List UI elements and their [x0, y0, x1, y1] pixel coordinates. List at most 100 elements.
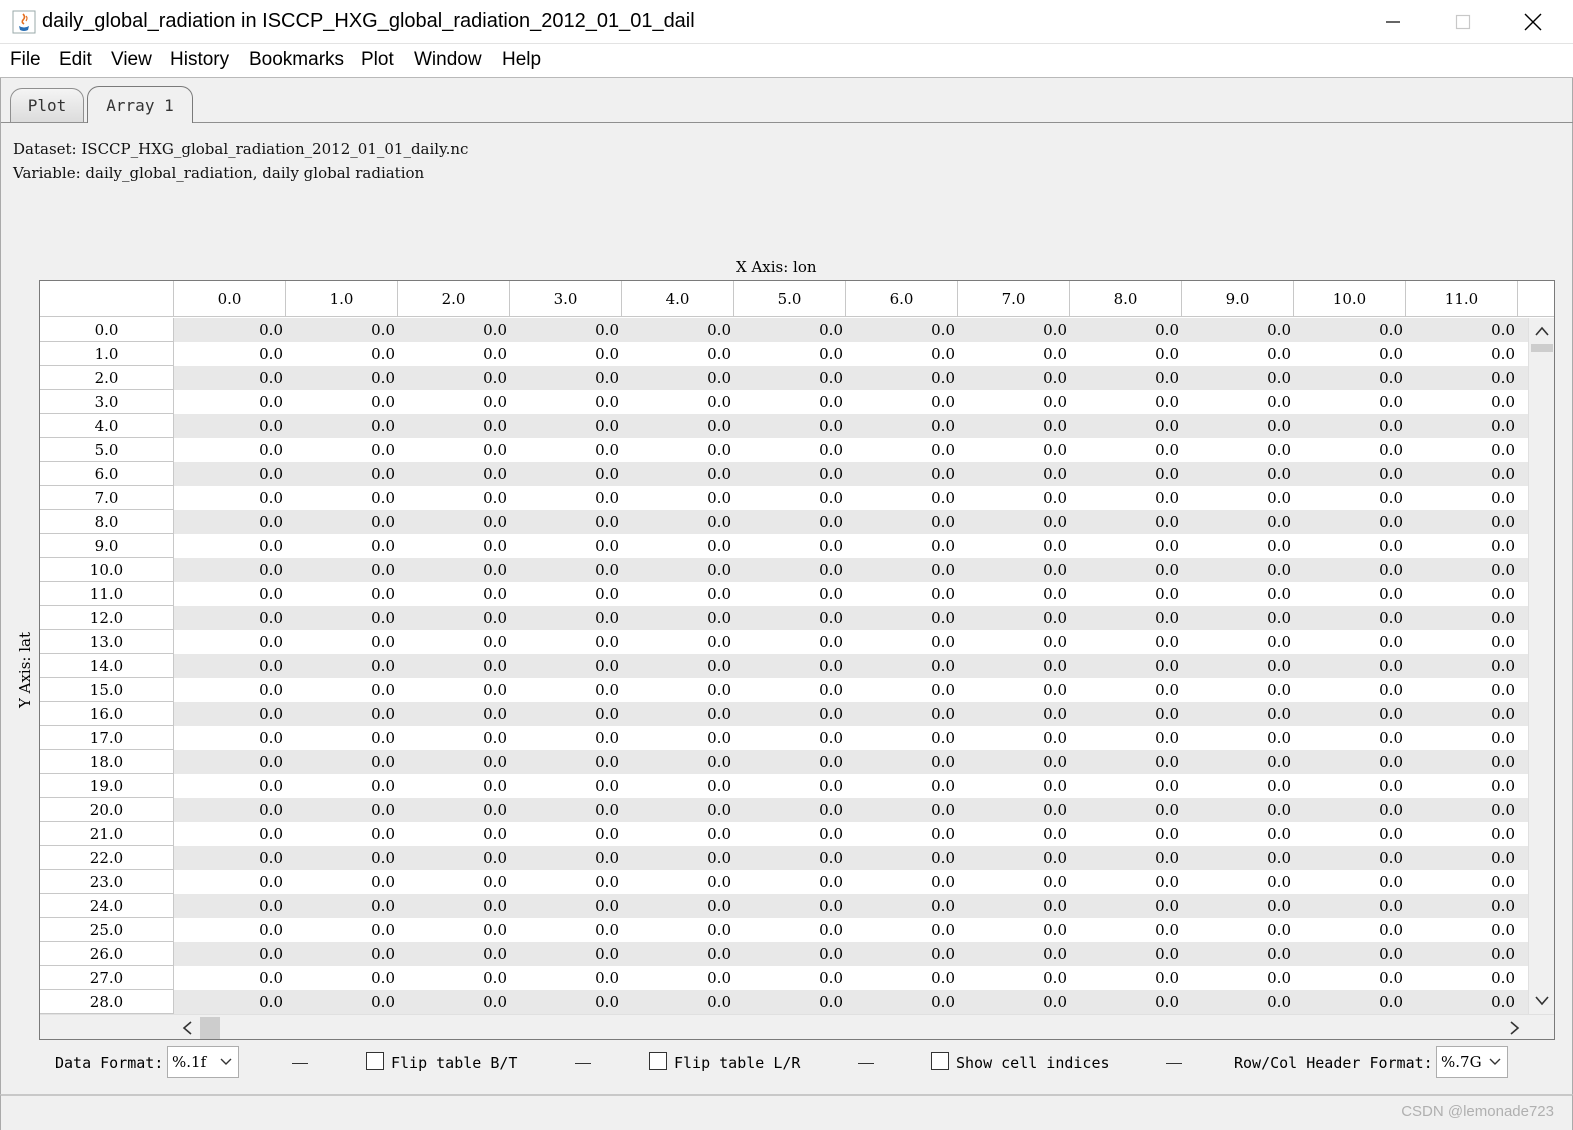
table-cell[interactable]: 0.0 — [846, 798, 958, 822]
maximize-button[interactable] — [1428, 0, 1498, 44]
table-cell[interactable]: 0.0 — [510, 966, 622, 990]
menu-view[interactable]: View — [111, 49, 152, 71]
table-cell[interactable]: 0.0 — [958, 582, 1070, 606]
data-format-select[interactable]: %.1f — [167, 1046, 239, 1078]
table-cell[interactable]: 0.0 — [622, 534, 734, 558]
table-cell[interactable]: 0.0 — [174, 390, 286, 414]
table-cell[interactable]: 0.0 — [1294, 318, 1406, 342]
table-cell[interactable]: 0.0 — [1070, 678, 1182, 702]
table-cell[interactable]: 0.0 — [174, 894, 286, 918]
table-cell[interactable]: 0.0 — [1070, 822, 1182, 846]
scroll-left-arrow[interactable] — [176, 1017, 198, 1039]
table-cell[interactable]: 0.0 — [958, 942, 1070, 966]
table-cell[interactable]: 0.0 — [510, 438, 622, 462]
table-cell[interactable]: 0.0 — [510, 342, 622, 366]
table-cell[interactable]: 0.0 — [1182, 822, 1294, 846]
table-cell[interactable]: 0.0 — [1406, 870, 1518, 894]
row-header[interactable]: 28.0 — [40, 990, 173, 1014]
column-header[interactable]: 4.0 — [622, 281, 734, 316]
table-cell[interactable]: 0.0 — [1182, 990, 1294, 1014]
table-cell[interactable]: 0.0 — [510, 414, 622, 438]
minimize-button[interactable] — [1358, 0, 1428, 44]
table-cell[interactable]: 0.0 — [622, 318, 734, 342]
table-cell[interactable]: 0.0 — [1182, 606, 1294, 630]
table-cell[interactable]: 0.0 — [286, 318, 398, 342]
table-cell[interactable]: 0.0 — [174, 654, 286, 678]
table-cell[interactable]: 0.0 — [1182, 342, 1294, 366]
table-cell[interactable]: 0.0 — [510, 846, 622, 870]
table-cell[interactable]: 0.0 — [398, 390, 510, 414]
table-cell[interactable]: 0.0 — [846, 558, 958, 582]
table-cell[interactable]: 0.0 — [398, 702, 510, 726]
table-cell[interactable]: 0.0 — [174, 606, 286, 630]
table-cell[interactable]: 0.0 — [846, 750, 958, 774]
table-cell[interactable]: 0.0 — [510, 894, 622, 918]
table-cell[interactable]: 0.0 — [1294, 558, 1406, 582]
table-cell[interactable]: 0.0 — [622, 510, 734, 534]
table-cell[interactable]: 0.0 — [1294, 582, 1406, 606]
table-cell[interactable]: 0.0 — [846, 342, 958, 366]
table-cell[interactable]: 0.0 — [1182, 390, 1294, 414]
table-cell[interactable]: 0.0 — [734, 390, 846, 414]
row-header[interactable]: 26.0 — [40, 942, 173, 966]
table-cell[interactable]: 0.0 — [1406, 798, 1518, 822]
table-cell[interactable]: 0.0 — [398, 870, 510, 894]
table-cell[interactable]: 0.0 — [734, 702, 846, 726]
table-cell[interactable]: 0.0 — [1182, 750, 1294, 774]
table-cell[interactable]: 0.0 — [510, 918, 622, 942]
table-cell[interactable]: 0.0 — [510, 510, 622, 534]
table-cell[interactable]: 0.0 — [958, 414, 1070, 438]
table-cell[interactable]: 0.0 — [1070, 750, 1182, 774]
table-cell[interactable]: 0.0 — [1182, 534, 1294, 558]
table-cell[interactable]: 0.0 — [1070, 582, 1182, 606]
table-cell[interactable]: 0.0 — [734, 894, 846, 918]
table-cell[interactable]: 0.0 — [734, 678, 846, 702]
column-header[interactable]: 8.0 — [1070, 281, 1182, 316]
table-cell[interactable]: 0.0 — [286, 918, 398, 942]
scroll-up-arrow[interactable] — [1531, 320, 1553, 342]
table-cell[interactable]: 0.0 — [1406, 558, 1518, 582]
table-cell[interactable]: 0.0 — [1294, 702, 1406, 726]
table-cell[interactable]: 0.0 — [510, 366, 622, 390]
column-header[interactable]: 0.0 — [174, 281, 286, 316]
table-cell[interactable]: 0.0 — [846, 678, 958, 702]
table-cell[interactable]: 0.0 — [286, 390, 398, 414]
table-cell[interactable]: 0.0 — [734, 366, 846, 390]
table-cell[interactable]: 0.0 — [1070, 942, 1182, 966]
table-cell[interactable]: 0.0 — [1294, 366, 1406, 390]
table-cell[interactable]: 0.0 — [398, 438, 510, 462]
row-header[interactable]: 10.0 — [40, 558, 173, 582]
table-cell[interactable]: 0.0 — [1070, 990, 1182, 1014]
row-header[interactable]: 8.0 — [40, 510, 173, 534]
table-cell[interactable]: 0.0 — [1070, 654, 1182, 678]
table-cell[interactable]: 0.0 — [846, 702, 958, 726]
column-header[interactable]: 6.0 — [846, 281, 958, 316]
table-cell[interactable]: 0.0 — [1294, 798, 1406, 822]
table-cell[interactable]: 0.0 — [622, 438, 734, 462]
table-cell[interactable]: 0.0 — [1182, 942, 1294, 966]
table-cell[interactable]: 0.0 — [1070, 774, 1182, 798]
table-cell[interactable]: 0.0 — [286, 582, 398, 606]
table-cell[interactable]: 0.0 — [1406, 654, 1518, 678]
table-cell[interactable]: 0.0 — [1406, 894, 1518, 918]
table-cell[interactable]: 0.0 — [174, 462, 286, 486]
row-header[interactable]: 5.0 — [40, 438, 173, 462]
table-cell[interactable]: 0.0 — [510, 582, 622, 606]
table-cell[interactable]: 0.0 — [958, 702, 1070, 726]
row-header[interactable]: 18.0 — [40, 750, 173, 774]
table-cell[interactable]: 0.0 — [510, 630, 622, 654]
table-cell[interactable]: 0.0 — [286, 342, 398, 366]
row-header[interactable]: 4.0 — [40, 414, 173, 438]
table-cell[interactable]: 0.0 — [1070, 894, 1182, 918]
table-cell[interactable]: 0.0 — [1182, 966, 1294, 990]
table-cell[interactable]: 0.0 — [1406, 702, 1518, 726]
table-cell[interactable]: 0.0 — [958, 918, 1070, 942]
table-cell[interactable]: 0.0 — [1294, 966, 1406, 990]
table-cell[interactable]: 0.0 — [1406, 414, 1518, 438]
table-cell[interactable]: 0.0 — [398, 462, 510, 486]
table-cell[interactable]: 0.0 — [1070, 318, 1182, 342]
table-cell[interactable]: 0.0 — [622, 966, 734, 990]
table-cell[interactable]: 0.0 — [622, 630, 734, 654]
table-cell[interactable]: 0.0 — [286, 798, 398, 822]
table-cell[interactable]: 0.0 — [1294, 486, 1406, 510]
